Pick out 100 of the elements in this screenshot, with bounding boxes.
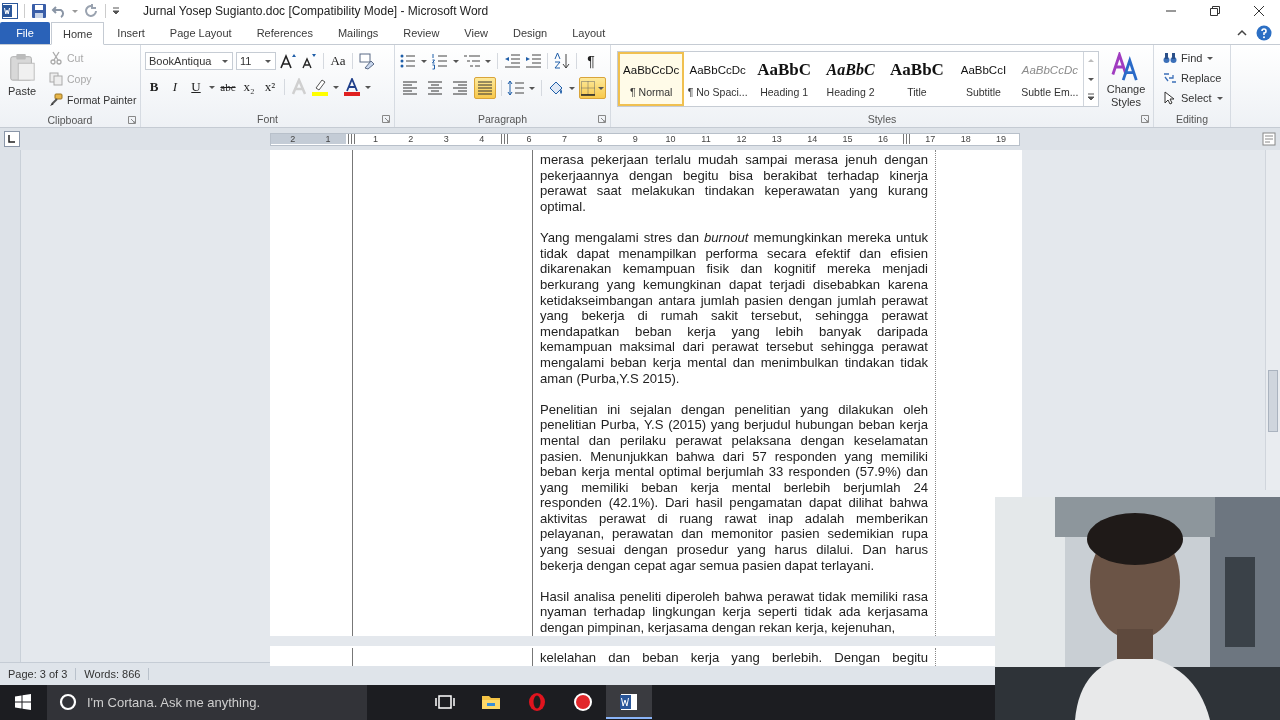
ribbon-tab[interactable]: Mailings [325,22,391,45]
caret-icon[interactable] [364,83,372,92]
horizontal-ruler[interactable]: 2 1 1 2 3 4 6 7 8 9 10 11 12 13 14 15 16 17 18 19 [270,132,1020,146]
tab-selector-icon[interactable] [4,131,20,148]
ribbon-tab[interactable]: References [244,22,325,45]
align-lines-icon [402,80,418,97]
caret-icon [221,57,229,66]
line-spacing-icon[interactable] [506,79,525,98]
caret-icon[interactable] [332,83,340,92]
letters-icon [1111,52,1141,83]
paintbrush-icon [49,93,63,108]
style-item[interactable]: AaBbC Title [883,52,951,107]
window-title: Jurnal Yosep Sugianto.doc [Compatibility Mode] - Microsoft Word [143,4,489,18]
dialog-launcher-icon[interactable] [382,115,390,124]
save-icon[interactable] [31,2,47,19]
style-item[interactable]: AaBbCcDc Subtle Em... [1016,52,1084,107]
editing-button[interactable]: Replace [1160,69,1224,88]
change-styles-button[interactable]: Change Styles [1103,51,1149,112]
font-size-field[interactable]: 11 [236,52,276,71]
word-icon[interactable] [2,2,18,19]
editing-button[interactable]: Find [1160,49,1224,68]
dialog-launcher-icon[interactable] [598,115,606,124]
borders-button[interactable] [578,77,606,100]
ribbon-tab[interactable]: View [452,22,500,45]
editing-button[interactable]: Select [1160,89,1224,108]
caret-icon[interactable] [420,57,428,66]
caret-icon[interactable] [567,84,576,93]
ribbon-tab[interactable]: Design [501,22,560,45]
copy-icon [49,72,63,87]
scroll-down-icon[interactable] [1087,75,1096,84]
format-button[interactable]: B [145,77,163,98]
caret-icon[interactable] [452,57,460,66]
dialog-launcher-icon[interactable] [1141,115,1149,124]
style-item[interactable]: AaBbCcDc ¶ No Spaci... [684,52,751,107]
change-case-button[interactable]: Aa [329,51,347,72]
style-item[interactable]: AaBbC Heading 2 [817,52,884,107]
paragraph: Yang mengalami stres dan burnout memungkinkan mereka untuk tidak dapat menampilkan performa secara efektif dan efisien dikarenakan kemampuan fisik dan kognitif mereka menjadi berkurang yang kemungkinan dapat terjadi disebabkan karena ketidakseimbangan antara jumlah pasien dengan jumlah perawat yang bekerja di rumah sakit tersebut, sehingga perawat mendapatkan beban kerja yang lebih banyak daripada kemampuan maksimal dari perawat tersebut sehingga perawat mengalami beban kerja mental dan menimbulkan tindakan tidak aman (Purba,Y.S 2015). [540,230,928,387]
paragraph: Penelitian ini sejalan dengan penelitian yang dilakukan oleh penelitian Purba, Y.S (2015) yang berjudul hubungan beban kerja mental dan perilaku perawat pelaksana dengan keselamatan pasien. Menunjukkan bahwa dari 57 responden yang memiliki beban kerja mental optimal berjumlah 33 responden (57.9%) dan yang memiliki beban kerja mental berlebih berjumlah 24 responden (42.1%). Dari hasil pengamatan dapat dilihat bahwa aktivitas perawat di ruang rawat inap adalah memberikan pelayanan, perawatan dan memonitor pasien sedemikian rupa yang sesuai dengan prosedur yang harus dilalui. Dan harus bekerja dengan cepat agar semua pasien dapat terlayani. [540,401,928,574]
sort-icon[interactable] [553,52,571,71]
clipboard-button[interactable]: Format Painter [46,91,140,110]
more-icon[interactable] [1087,93,1096,102]
numbering-icon[interactable] [431,52,449,71]
increase-indent-icon[interactable] [524,52,542,71]
close-icon[interactable] [1254,5,1264,16]
windows-start-icon[interactable] [15,694,31,711]
style-item[interactable]: AaBbCcI Subtitle [950,52,1017,107]
ribbon-tab[interactable]: Layout [560,22,618,45]
caret-icon[interactable] [484,57,492,66]
caret-icon[interactable] [527,84,536,93]
caret-icon[interactable] [208,83,216,92]
decrease-indent-icon[interactable] [503,52,521,71]
page-count[interactable]: Page: 3 of 3 [0,668,77,681]
file-tab[interactable]: File [0,22,50,45]
word-icon[interactable] [606,685,652,720]
ribbon-tab[interactable]: Home [51,22,105,46]
vertical-scrollbar[interactable] [1265,150,1280,491]
format-button[interactable]: abc [219,77,237,98]
replace-icon [1163,71,1177,86]
group-label: Font [257,113,278,126]
clipboard-icon [7,52,37,83]
group-label: Styles [867,113,897,126]
font-color-icon[interactable] [343,78,361,97]
paste-button[interactable]: Paste [4,49,40,110]
style-item[interactable]: AaBbCcDc ¶ Normal [618,52,685,107]
pointer-icon [1163,91,1177,106]
cortana-icon [59,693,77,712]
group-label: Clipboard [47,114,93,127]
help-icon[interactable] [1256,25,1272,42]
dialog-launcher-icon[interactable] [128,116,136,125]
paragraph: Hasil analisa peneliti diperoleh bahwa perawat tidak memiliki rasa nyaman terhadap lingkungan kerja seperti tidak ada kerjasama dengan pimpinan, kerjasama dengan rekan kerja, kejenuhan, [540,588,928,636]
word-count[interactable]: Words: 866 [76,668,150,681]
format-button[interactable]: x² [261,77,279,98]
clear-formatting-icon[interactable] [358,52,376,71]
format-button[interactable]: x₂ [240,77,258,98]
highlighter-icon[interactable] [311,78,329,97]
align-lines-icon [452,80,468,97]
caret-icon [1206,54,1215,63]
font-name-field[interactable]: BookAntiqua [145,52,233,71]
restore-icon[interactable] [1210,5,1220,16]
paragraph: kelelahan dan beban kerja yang berlebih. Dengan begitu [540,650,928,666]
record-icon[interactable] [573,692,593,713]
ribbon-tab[interactable]: Page Layout [157,22,244,45]
shrink-font-icon[interactable] [300,52,318,71]
borders-icon [579,80,596,97]
style-item[interactable]: AaBbC Heading 1 [750,52,818,107]
caret-icon [264,57,272,66]
customize-icon[interactable] [112,6,120,15]
opera-icon[interactable] [527,692,547,713]
format-button[interactable]: U [187,77,205,98]
format-button[interactable]: I [166,77,184,98]
search-field[interactable]: I'm Cortana. Ask me anything. [47,685,367,720]
caret-icon [1215,94,1224,103]
align-button[interactable] [474,77,496,100]
grow-font-icon[interactable] [279,52,297,71]
group-label: Paragraph [477,113,527,126]
ribbon-tab[interactable]: Review [391,22,452,45]
show-formatting-button[interactable]: ¶ [582,51,600,72]
align-lines-icon [427,80,443,97]
ribbon-tab[interactable]: Insert [105,22,157,45]
redo-icon[interactable] [83,2,99,19]
